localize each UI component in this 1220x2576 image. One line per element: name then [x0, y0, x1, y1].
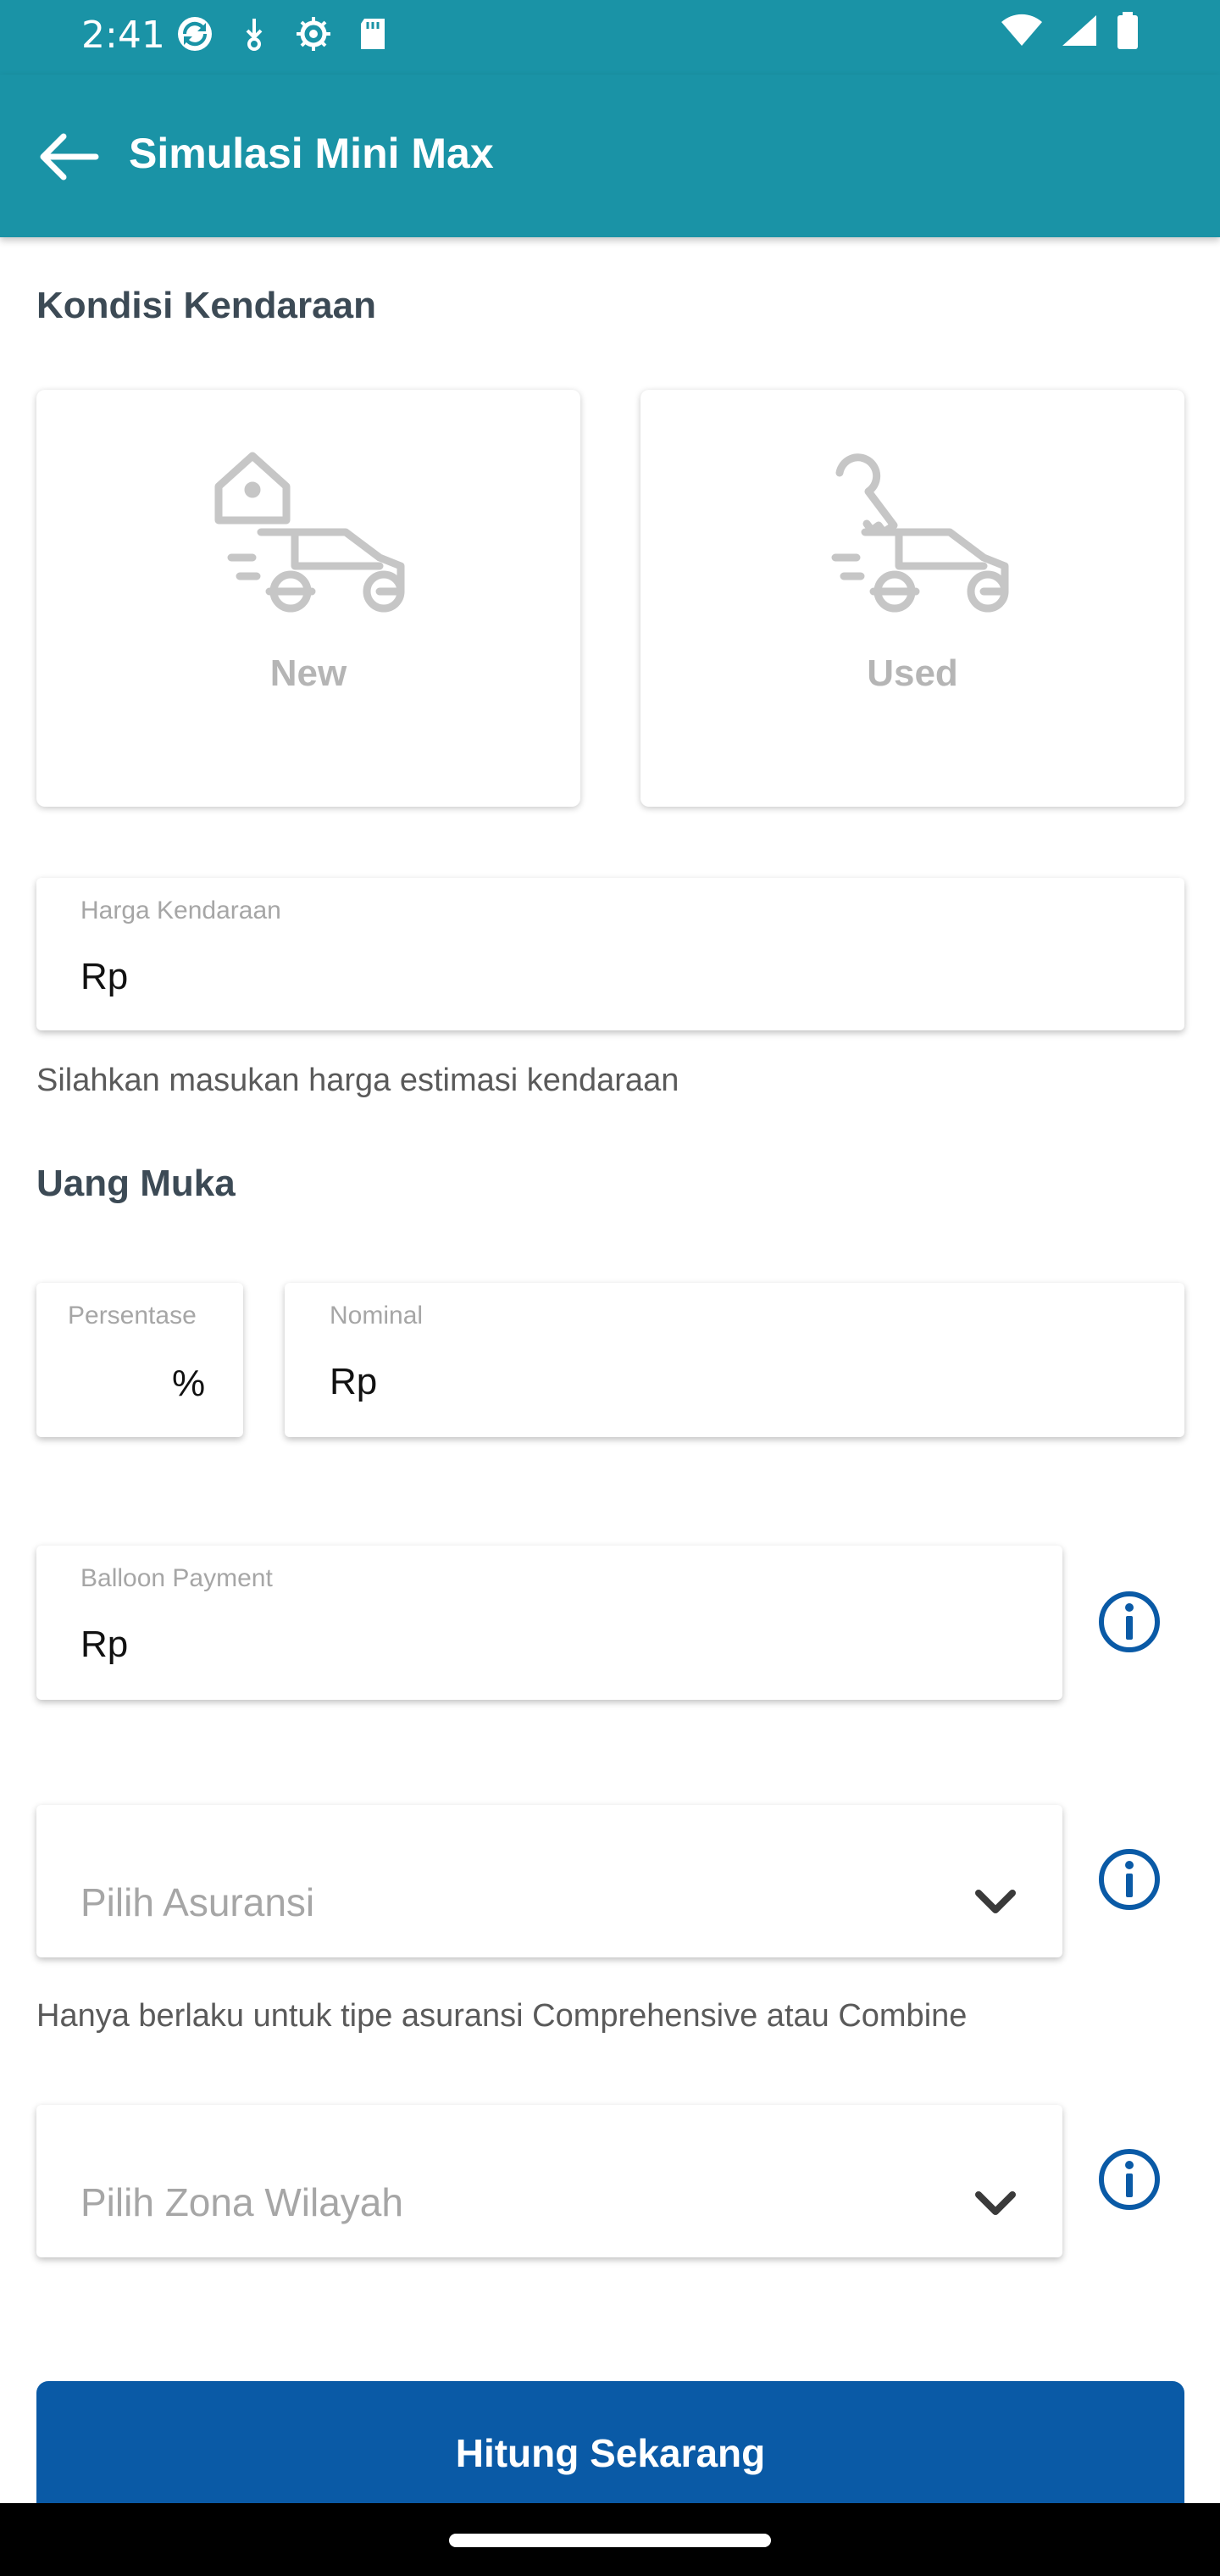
asuransi-info-icon[interactable]	[1095, 1846, 1163, 1913]
balloon-prefix: Rp	[80, 1624, 129, 1665]
harga-prefix: Rp	[80, 956, 129, 997]
status-time: 2:41	[81, 14, 165, 57]
car-tag-icon	[214, 452, 405, 613]
wifi-icon	[1001, 14, 1042, 52]
zona-placeholder: Pilih Zona Wilayah	[80, 2180, 403, 2224]
asuransi-helper-text: Hanya berlaku untuk tipe asuransi Compre…	[36, 1998, 968, 2034]
kondisi-section-title: Kondisi Kendaraan	[36, 285, 376, 326]
page-title: Simulasi Mini Max	[129, 130, 494, 177]
settings-icon	[295, 15, 332, 53]
nominal-label: Nominal	[330, 1302, 424, 1330]
back-arrow-icon[interactable]	[30, 119, 107, 195]
harga-label: Harga Kendaraan	[80, 897, 281, 924]
balloon-payment-field[interactable]: Balloon Payment Rp	[36, 1546, 1062, 1700]
chevron-down-icon	[975, 1890, 1016, 1913]
nominal-field[interactable]: Nominal Rp	[285, 1283, 1184, 1437]
home-gesture-handle[interactable]	[449, 2534, 771, 2547]
balloon-label: Balloon Payment	[80, 1564, 273, 1592]
download-icon	[236, 15, 273, 53]
condition-option-used[interactable]: Used	[640, 390, 1184, 807]
asuransi-placeholder: Pilih Asuransi	[80, 1880, 315, 1924]
zona-wilayah-dropdown[interactable]: Pilih Zona Wilayah	[36, 2105, 1062, 2257]
persentase-field[interactable]: Persentase %	[36, 1283, 243, 1437]
sd-card-icon	[354, 15, 391, 53]
sync-icon	[176, 15, 214, 53]
signal-icon	[1061, 14, 1098, 52]
zona-info-icon[interactable]	[1095, 2146, 1163, 2213]
uang-muka-section-title: Uang Muka	[36, 1163, 236, 1204]
car-key-icon	[831, 453, 1009, 613]
system-nav-bar	[0, 2503, 1220, 2576]
balloon-info-icon[interactable]	[1095, 1588, 1163, 1656]
persentase-suffix: %	[172, 1363, 206, 1404]
condition-option-new[interactable]: New	[36, 390, 580, 807]
nominal-prefix: Rp	[330, 1361, 378, 1402]
persentase-label: Persentase	[68, 1302, 197, 1330]
battery-icon	[1117, 12, 1139, 53]
condition-label-new: New	[269, 652, 347, 694]
condition-label-used: Used	[867, 652, 958, 694]
chevron-down-icon	[975, 2191, 1016, 2215]
asuransi-dropdown[interactable]: Pilih Asuransi	[36, 1805, 1062, 1957]
app-bar: Simulasi Mini Max	[0, 75, 1220, 237]
harga-kendaraan-field[interactable]: Harga Kendaraan Rp	[36, 878, 1184, 1030]
harga-helper-text: Silahkan masukan harga estimasi kendaraa…	[36, 1063, 679, 1098]
status-bar: 2:41	[0, 0, 1220, 75]
